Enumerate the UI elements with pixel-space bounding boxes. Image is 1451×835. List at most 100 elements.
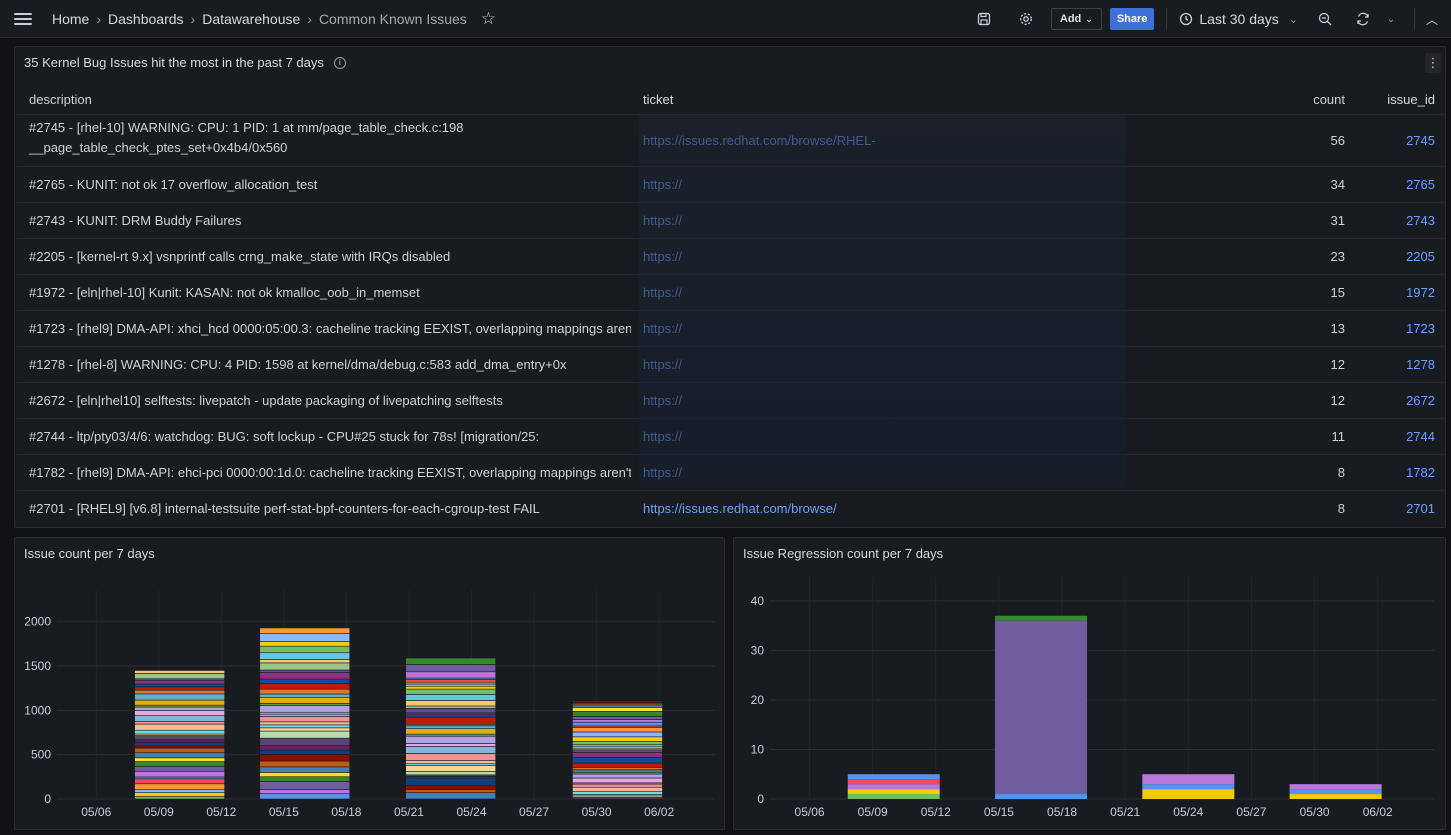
cell-ticket-link[interactable]: https:// [631, 455, 1251, 490]
column-header-ticket[interactable]: ticket [631, 84, 1251, 114]
bar-segment [134, 747, 225, 754]
bar-segment [572, 762, 663, 768]
cell-issue-id-link[interactable]: 2701 [1357, 501, 1445, 516]
bar-segment [572, 749, 663, 753]
bar-segment [259, 721, 351, 726]
x-tick-label: 05/30 [1300, 805, 1330, 819]
chevron-right-icon: › [307, 10, 312, 27]
bar-segment [405, 700, 496, 707]
bar-segment [134, 745, 225, 749]
bar-segment [259, 745, 351, 751]
bar-segment [405, 671, 496, 679]
cell-issue-id-link[interactable]: 2205 [1357, 249, 1445, 264]
cell-ticket-link[interactable]: https:// [631, 347, 1251, 382]
bar-segment [572, 744, 663, 748]
bar-segment [134, 706, 225, 711]
y-tick-label: 1500 [24, 659, 51, 673]
cell-ticket-link[interactable]: https://issues.redhat.com/browse/RHEL- [631, 115, 1251, 166]
breadcrumb-home[interactable]: Home [52, 11, 89, 27]
bar-segment [405, 664, 496, 673]
cell-ticket-link[interactable]: https:// [631, 167, 1251, 202]
cell-ticket-link[interactable]: https:// [631, 275, 1251, 310]
bar-segment [134, 710, 225, 716]
table-header: description ticket count issue_id [17, 84, 1445, 114]
bar-segment [1142, 784, 1235, 790]
bar-segment [405, 784, 496, 790]
cell-issue-id-link[interactable]: 1723 [1357, 321, 1445, 336]
x-tick-label: 05/24 [456, 805, 486, 819]
chevron-down-icon[interactable]: ⌄ [1380, 8, 1402, 30]
bar-segment [405, 728, 496, 735]
cell-issue-id-link[interactable]: 1278 [1357, 357, 1445, 372]
bar-segment [134, 752, 225, 759]
table-row: #1723 - [rhel9] DMA-API: xhci_hcd 0000:0… [17, 310, 1445, 346]
divider [1414, 8, 1415, 30]
bar-segment [259, 645, 351, 654]
bar-segment [572, 777, 663, 784]
bar-segment [572, 752, 663, 758]
add-button[interactable]: Add ⌄ [1050, 8, 1102, 30]
bar-segment [259, 716, 351, 723]
x-tick-label: 05/09 [858, 805, 888, 819]
cell-ticket-link[interactable]: https:// [631, 419, 1251, 454]
zoom-out-icon[interactable] [1314, 8, 1336, 30]
share-button[interactable]: Share [1109, 8, 1155, 30]
cell-description: #2205 - [kernel-rt 9.x] vsnprintf calls … [29, 249, 451, 264]
save-icon[interactable] [973, 8, 995, 30]
bar-segment [259, 683, 351, 690]
bar-segment [134, 689, 225, 695]
cell-issue-id-link[interactable]: 1972 [1357, 285, 1445, 300]
bar-segment [259, 672, 351, 680]
cell-issue-id-link[interactable]: 1782 [1357, 465, 1445, 480]
bar-segment [405, 743, 496, 747]
bar-segment [405, 746, 496, 754]
cell-issue-id-link[interactable]: 2743 [1357, 213, 1445, 228]
cell-ticket-link[interactable]: https://issues.redhat.com/browse/ [631, 491, 1251, 526]
breadcrumb-datawarehouse[interactable]: Datawarehouse [202, 11, 300, 27]
bar-segment [134, 766, 225, 772]
time-range-picker[interactable]: Last 30 days ⌄ [1179, 11, 1298, 27]
column-header-count[interactable]: count [1251, 92, 1357, 107]
breadcrumb-dashboards[interactable]: Dashboards [108, 11, 184, 27]
panel-menu-icon[interactable]: ⋮ [1425, 53, 1441, 73]
x-tick-label: 05/30 [582, 805, 612, 819]
cell-issue-id-link[interactable]: 2765 [1357, 177, 1445, 192]
bar-segment [1289, 784, 1382, 790]
chevron-up-icon[interactable]: ︿ [1421, 8, 1443, 30]
cell-issue-id-link[interactable]: 2672 [1357, 393, 1445, 408]
bar-segment [995, 794, 1088, 799]
y-tick-label: 1000 [24, 703, 51, 717]
column-header-issue-id[interactable]: issue_id [1357, 92, 1445, 107]
x-tick-label: 05/12 [921, 805, 951, 819]
bar-segment [572, 773, 663, 779]
bar-segment [259, 703, 351, 706]
bar-segment [405, 716, 496, 725]
table-row: #2744 - ltp/pty03/4/6: watchdog: BUG: so… [17, 418, 1445, 454]
info-icon[interactable]: i [333, 56, 346, 69]
x-tick-label: 05/12 [206, 805, 236, 819]
bar-segment [405, 777, 496, 786]
menu-icon[interactable] [14, 12, 32, 25]
bar-segment [134, 670, 225, 674]
bar-segment [259, 659, 351, 664]
x-tick-label: 06/02 [1363, 805, 1393, 819]
cell-ticket-link[interactable]: https:// [631, 311, 1251, 346]
bar-segment [134, 686, 225, 691]
gear-icon[interactable] [1015, 8, 1037, 30]
column-header-description[interactable]: description [17, 92, 631, 107]
bar-segment [572, 731, 663, 738]
add-button-label: Add [1059, 13, 1082, 25]
breadcrumb: Home › Dashboards › Datawarehouse › Comm… [52, 11, 467, 27]
bar-segment [259, 641, 351, 647]
cell-ticket-link[interactable]: https:// [631, 383, 1251, 418]
chevron-right-icon: › [96, 10, 102, 27]
x-tick-label: 05/06 [795, 805, 825, 819]
y-tick-label: 20 [751, 693, 765, 707]
y-tick-label: 10 [751, 742, 765, 756]
cell-issue-id-link[interactable]: 2745 [1357, 133, 1445, 148]
refresh-icon[interactable] [1352, 8, 1374, 30]
cell-ticket-link[interactable]: https:// [631, 203, 1251, 238]
cell-ticket-link[interactable]: https:// [631, 239, 1251, 274]
cell-issue-id-link[interactable]: 2744 [1357, 429, 1445, 444]
star-icon[interactable]: ☆ [481, 9, 496, 29]
